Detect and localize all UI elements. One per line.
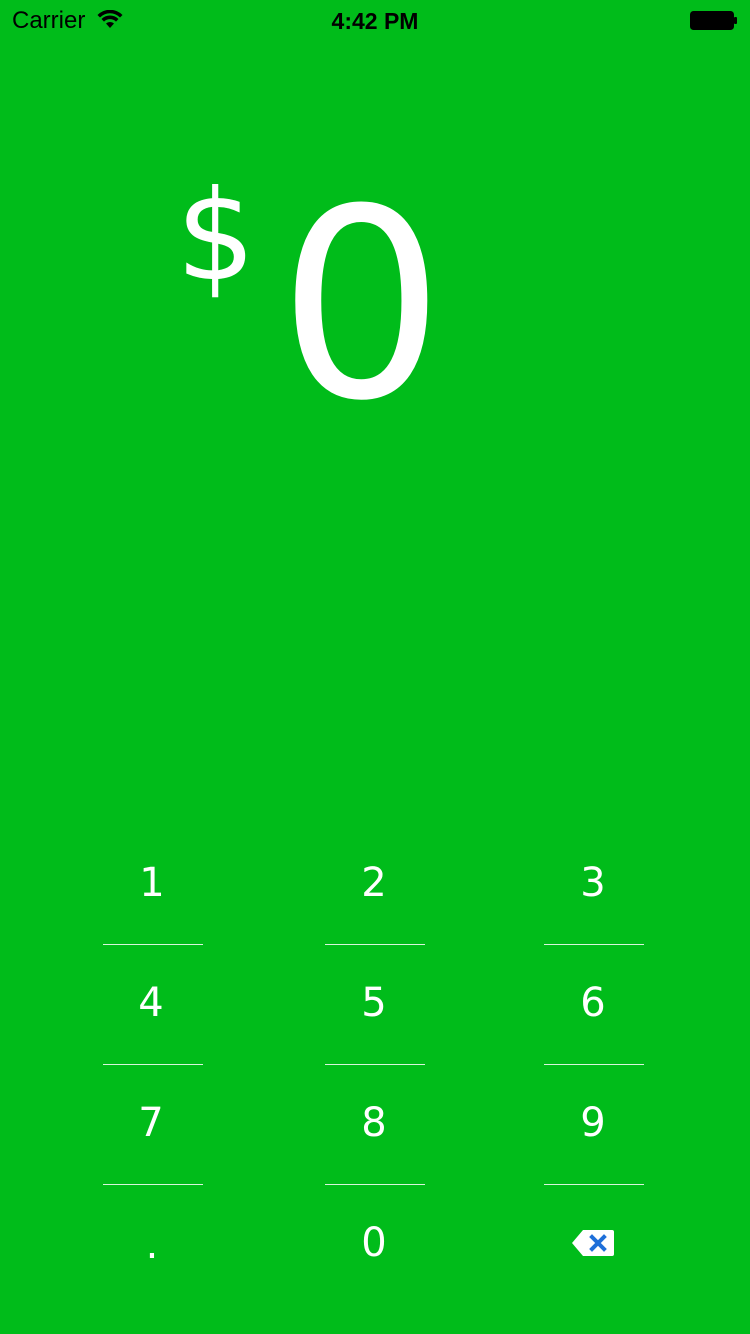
- key-2[interactable]: 2: [274, 823, 474, 943]
- key-5[interactable]: 5: [274, 943, 474, 1063]
- key-label: 5: [361, 980, 387, 1026]
- key-6[interactable]: 6: [493, 943, 693, 1063]
- key-label: 7: [138, 1100, 164, 1146]
- key-3[interactable]: 3: [493, 823, 693, 943]
- key-label: 8: [361, 1100, 387, 1146]
- key-label: 6: [580, 980, 606, 1026]
- key-label: 2: [361, 860, 387, 906]
- key-4[interactable]: 4: [51, 943, 251, 1063]
- amount-value: 0: [278, 153, 445, 458]
- key-0[interactable]: 0: [274, 1183, 474, 1303]
- backspace-icon: [572, 1230, 614, 1256]
- backspace-button[interactable]: [493, 1183, 693, 1303]
- amount-display: $ 0: [0, 0, 750, 500]
- key-decimal[interactable]: .: [52, 1185, 252, 1305]
- key-label: .: [145, 1222, 159, 1268]
- key-label: 4: [138, 980, 164, 1026]
- key-label: 0: [361, 1220, 387, 1266]
- key-label: 1: [139, 860, 165, 906]
- key-1[interactable]: 1: [52, 823, 252, 943]
- key-8[interactable]: 8: [274, 1063, 474, 1183]
- key-label: 3: [580, 860, 606, 906]
- key-label: 9: [580, 1100, 606, 1146]
- key-9[interactable]: 9: [493, 1063, 693, 1183]
- key-7[interactable]: 7: [51, 1063, 251, 1183]
- currency-symbol: $: [176, 164, 256, 309]
- keypad: 1 2 3 4 5 6 7 8 9 . 0: [0, 820, 750, 1320]
